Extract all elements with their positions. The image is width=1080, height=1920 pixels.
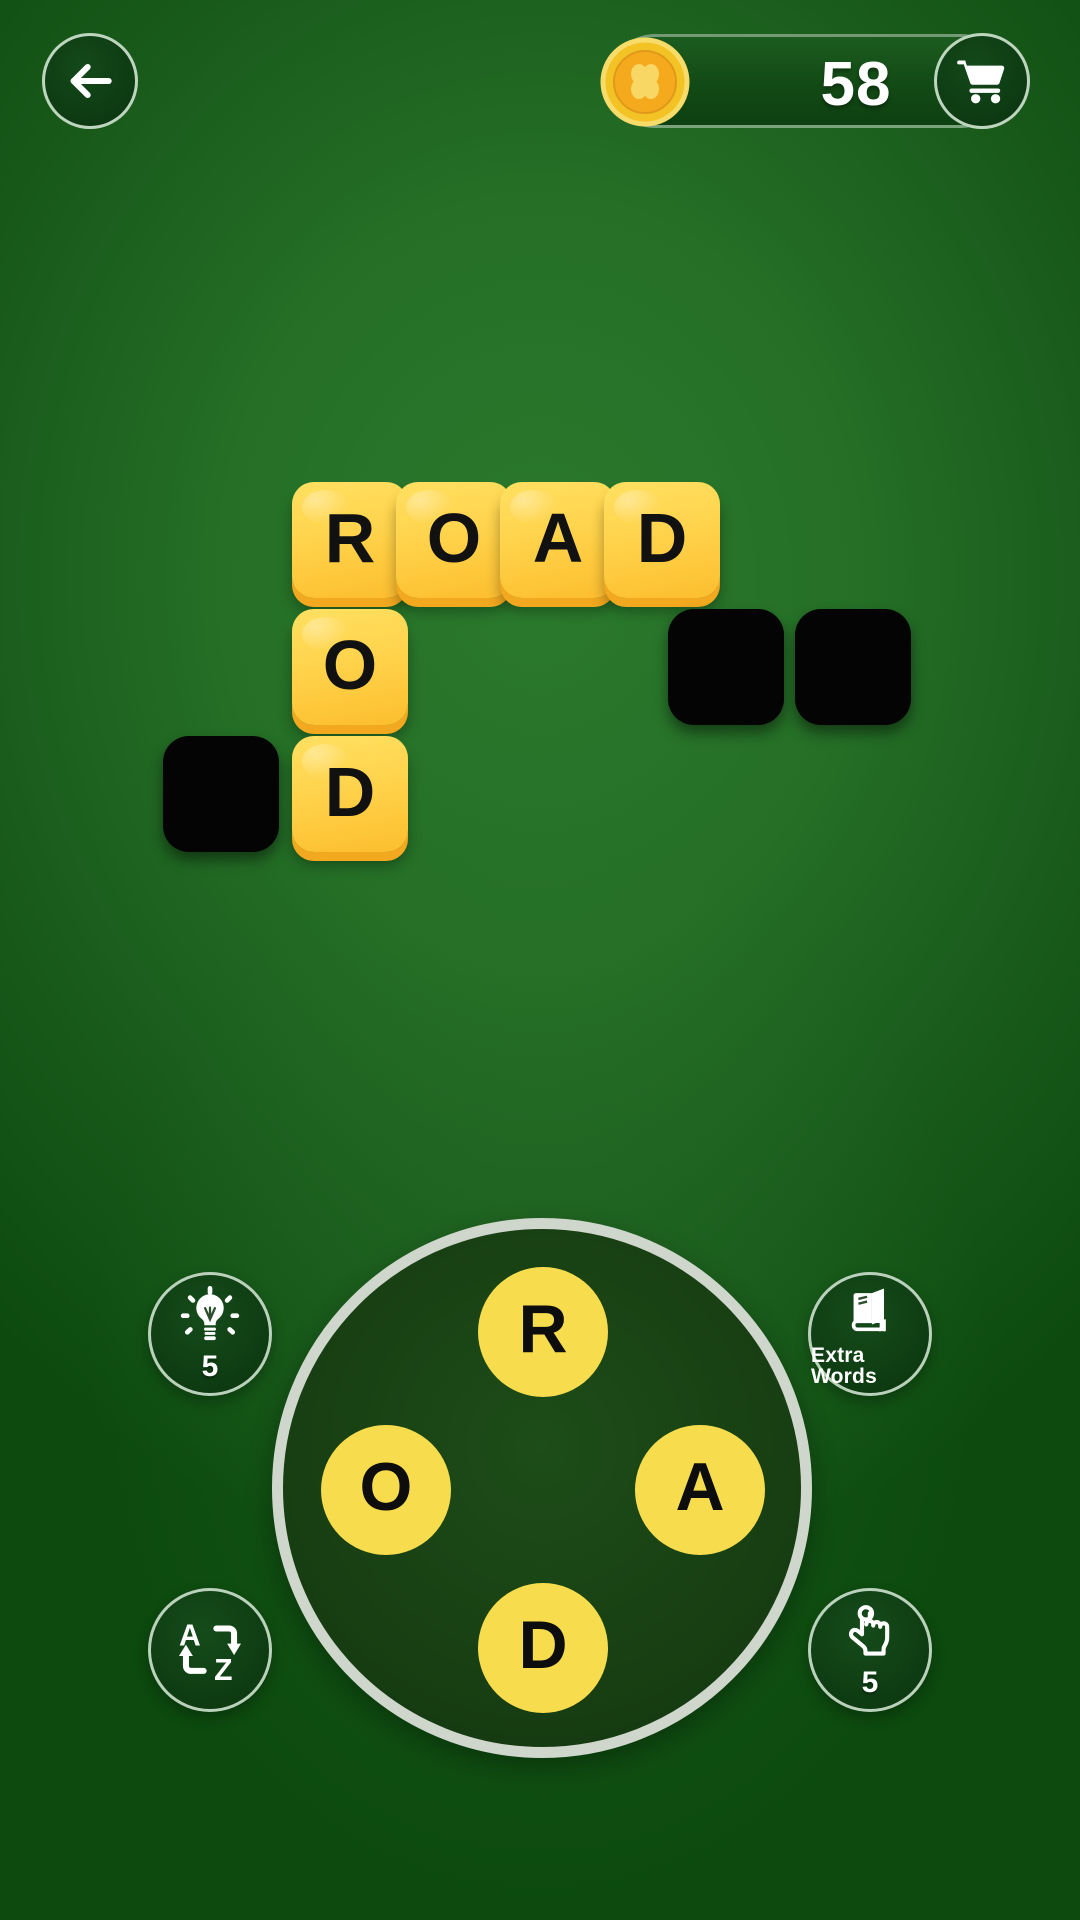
grid-cell-filled: R bbox=[292, 482, 408, 598]
wheel-letter-text: D bbox=[518, 1607, 568, 1683]
extra-words-button[interactable]: Extra Words bbox=[808, 1272, 932, 1396]
extra-words-label: Extra Words bbox=[811, 1343, 877, 1388]
wheel-letter-left[interactable]: O bbox=[321, 1425, 451, 1555]
top-bar: 58 bbox=[0, 0, 1080, 170]
tap-reveal-count: 5 bbox=[861, 1666, 879, 1699]
wheel-letter-top[interactable]: R bbox=[478, 1267, 608, 1397]
tap-reveal-button[interactable]: 5 bbox=[808, 1588, 932, 1712]
grid-cell-letter: D bbox=[324, 753, 376, 831]
grid-cell-empty bbox=[795, 609, 911, 725]
book-icon bbox=[841, 1282, 899, 1340]
grid-cell-letter: D bbox=[636, 499, 688, 577]
coin-amount: 58 bbox=[820, 49, 892, 119]
wheel-letter-bottom[interactable]: D bbox=[478, 1583, 608, 1713]
lightbulb-icon bbox=[179, 1286, 241, 1348]
wheel-letter-text: R bbox=[518, 1291, 568, 1367]
crossword-grid: R O A D O D bbox=[0, 482, 1080, 882]
grid-cell-filled: D bbox=[292, 736, 408, 852]
grid-cell-empty bbox=[668, 609, 784, 725]
clover-coin-icon bbox=[595, 32, 695, 132]
grid-cell-filled: O bbox=[396, 482, 512, 598]
grid-cell-letter: O bbox=[426, 499, 482, 577]
shuffle-button[interactable]: A Z bbox=[148, 1588, 272, 1712]
grid-cell-letter: R bbox=[324, 499, 376, 577]
grid-cell-letter: A bbox=[532, 499, 584, 577]
wheel-letter-text: A bbox=[675, 1449, 725, 1525]
grid-cell-letter: O bbox=[322, 626, 378, 704]
back-button[interactable] bbox=[42, 33, 138, 129]
hand-tap-icon bbox=[839, 1602, 901, 1664]
hint-button[interactable]: 5 bbox=[148, 1272, 272, 1396]
wheel-letter-text: O bbox=[359, 1449, 413, 1525]
svg-text:Z: Z bbox=[214, 1654, 232, 1687]
grid-cell-filled: D bbox=[604, 482, 720, 598]
grid-cell-empty bbox=[163, 736, 279, 852]
grid-cell-filled: A bbox=[500, 482, 616, 598]
shop-button[interactable] bbox=[934, 33, 1030, 129]
arrow-left-icon bbox=[62, 53, 118, 109]
wheel-letter-right[interactable]: A bbox=[635, 1425, 765, 1555]
grid-cell-filled: O bbox=[292, 609, 408, 725]
shopping-cart-icon bbox=[954, 53, 1010, 109]
shuffle-az-icon: A Z bbox=[172, 1612, 248, 1688]
svg-text:A: A bbox=[179, 1620, 201, 1653]
letter-wheel[interactable]: R O A D bbox=[272, 1218, 812, 1758]
hint-count: 5 bbox=[201, 1350, 219, 1383]
